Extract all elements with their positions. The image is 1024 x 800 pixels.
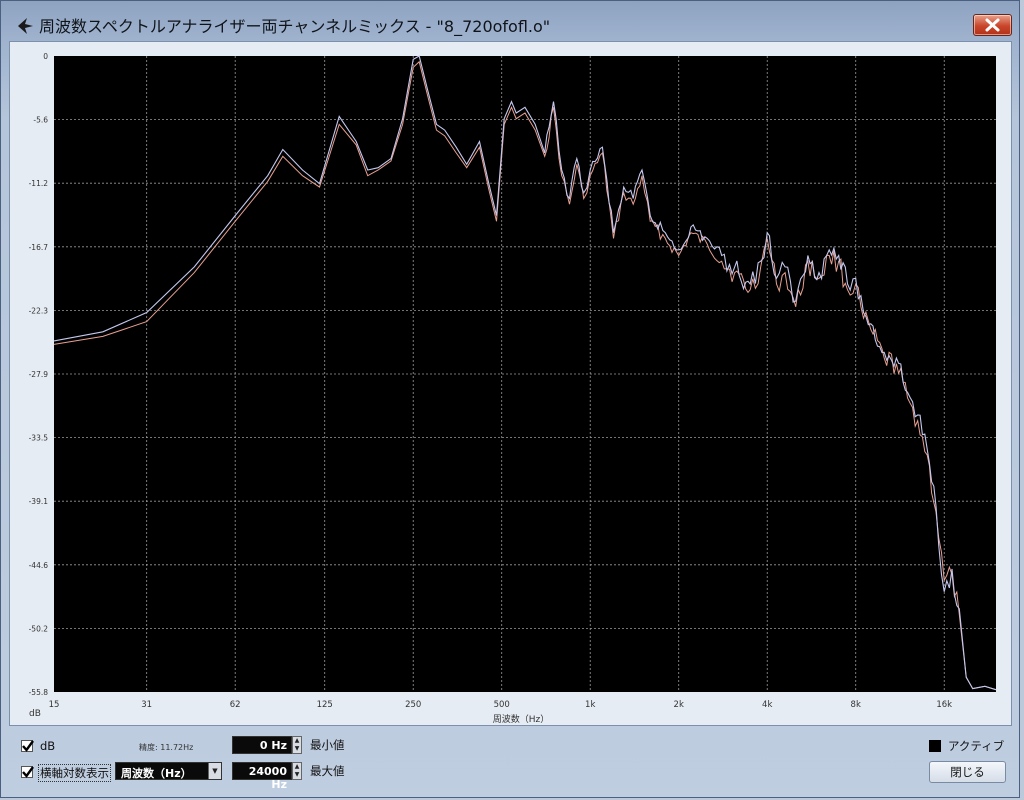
x-tick-label: 8k (851, 700, 861, 710)
x-tick-label: 250 (405, 700, 421, 710)
spin-up-icon[interactable]: ▲ (293, 763, 301, 771)
y-tick-label: -22.3 (29, 306, 49, 315)
axis-mode-dropdown[interactable]: 周波数（Hz） ▼ (115, 762, 222, 780)
y-tick-label: -44.6 (29, 561, 49, 570)
max-frequency-spinner[interactable]: ▲ ▼ (292, 762, 302, 780)
x-tick-label: 500 (494, 700, 510, 710)
x-tick-label: 125 (317, 700, 333, 710)
y-tick-label: -33.5 (29, 434, 49, 443)
y-tick-label: -27.9 (29, 370, 49, 379)
spin-down-icon[interactable]: ▼ (293, 745, 301, 753)
active-checkbox[interactable] (929, 740, 941, 752)
x-tick-label: 4k (762, 700, 772, 710)
x-tick-label: 16k (936, 700, 952, 710)
axis-mode-value: 周波数（Hz） (121, 767, 192, 780)
log-axis-checkbox[interactable] (21, 766, 34, 778)
x-tick-label: 15 (49, 700, 60, 710)
x-tick-label: 2k (674, 700, 684, 710)
db-checkbox-label: dB (40, 739, 56, 753)
checkmark-icon (22, 766, 34, 778)
control-panel: dB 精度: 11.72Hz 0 Hz ▲ ▼ 最小値 横軸対数表示 周波数（Hz… (1, 729, 1019, 799)
spin-up-icon[interactable]: ▲ (293, 737, 301, 745)
x-tick-label: 62 (230, 700, 241, 710)
min-value-label: 最小値 (310, 738, 345, 752)
log-axis-label: 横軸対数表示 (38, 764, 111, 782)
checkmark-icon (22, 740, 34, 752)
chevron-down-icon[interactable]: ▼ (208, 763, 221, 779)
resolution-readout: 精度: 11.72Hz (139, 743, 194, 752)
active-label: アクティブ (948, 739, 1005, 753)
y-tick-label: -16.7 (29, 243, 49, 252)
y-tick-label: -11.2 (29, 179, 49, 188)
close-button[interactable]: 閉じる (929, 761, 1006, 783)
y-axis-unit-label: dB (29, 709, 41, 719)
min-frequency-spinner[interactable]: ▲ ▼ (292, 736, 302, 754)
y-tick-label: -55.8 (29, 688, 49, 697)
x-tick-label: 31 (141, 700, 152, 710)
min-frequency-field[interactable]: 0 Hz (232, 736, 292, 754)
max-value-label: 最大値 (310, 764, 345, 778)
max-frequency-field[interactable]: 24000 Hz (232, 762, 292, 791)
x-tick-label: 1k (585, 700, 595, 710)
spectrum-chart: 0 -5.6 -11.2 -16.7 -22.3 -27.9 -33.5 -39.1 -44.6… (29, 52, 997, 725)
y-tick-label: 0 (43, 52, 48, 61)
db-checkbox[interactable] (21, 740, 34, 752)
x-axis-title: 周波数（Hz） (493, 713, 550, 725)
y-tick-label: -5.6 (33, 116, 48, 125)
y-tick-label: -50.2 (29, 624, 49, 633)
spectrum-analyzer-window: 周波数スペクトルアナライザー両チャンネルミックス - "8_720ofofl.o… (0, 0, 1020, 798)
spin-down-icon[interactable]: ▼ (293, 771, 301, 779)
y-tick-label: -39.1 (29, 497, 49, 506)
